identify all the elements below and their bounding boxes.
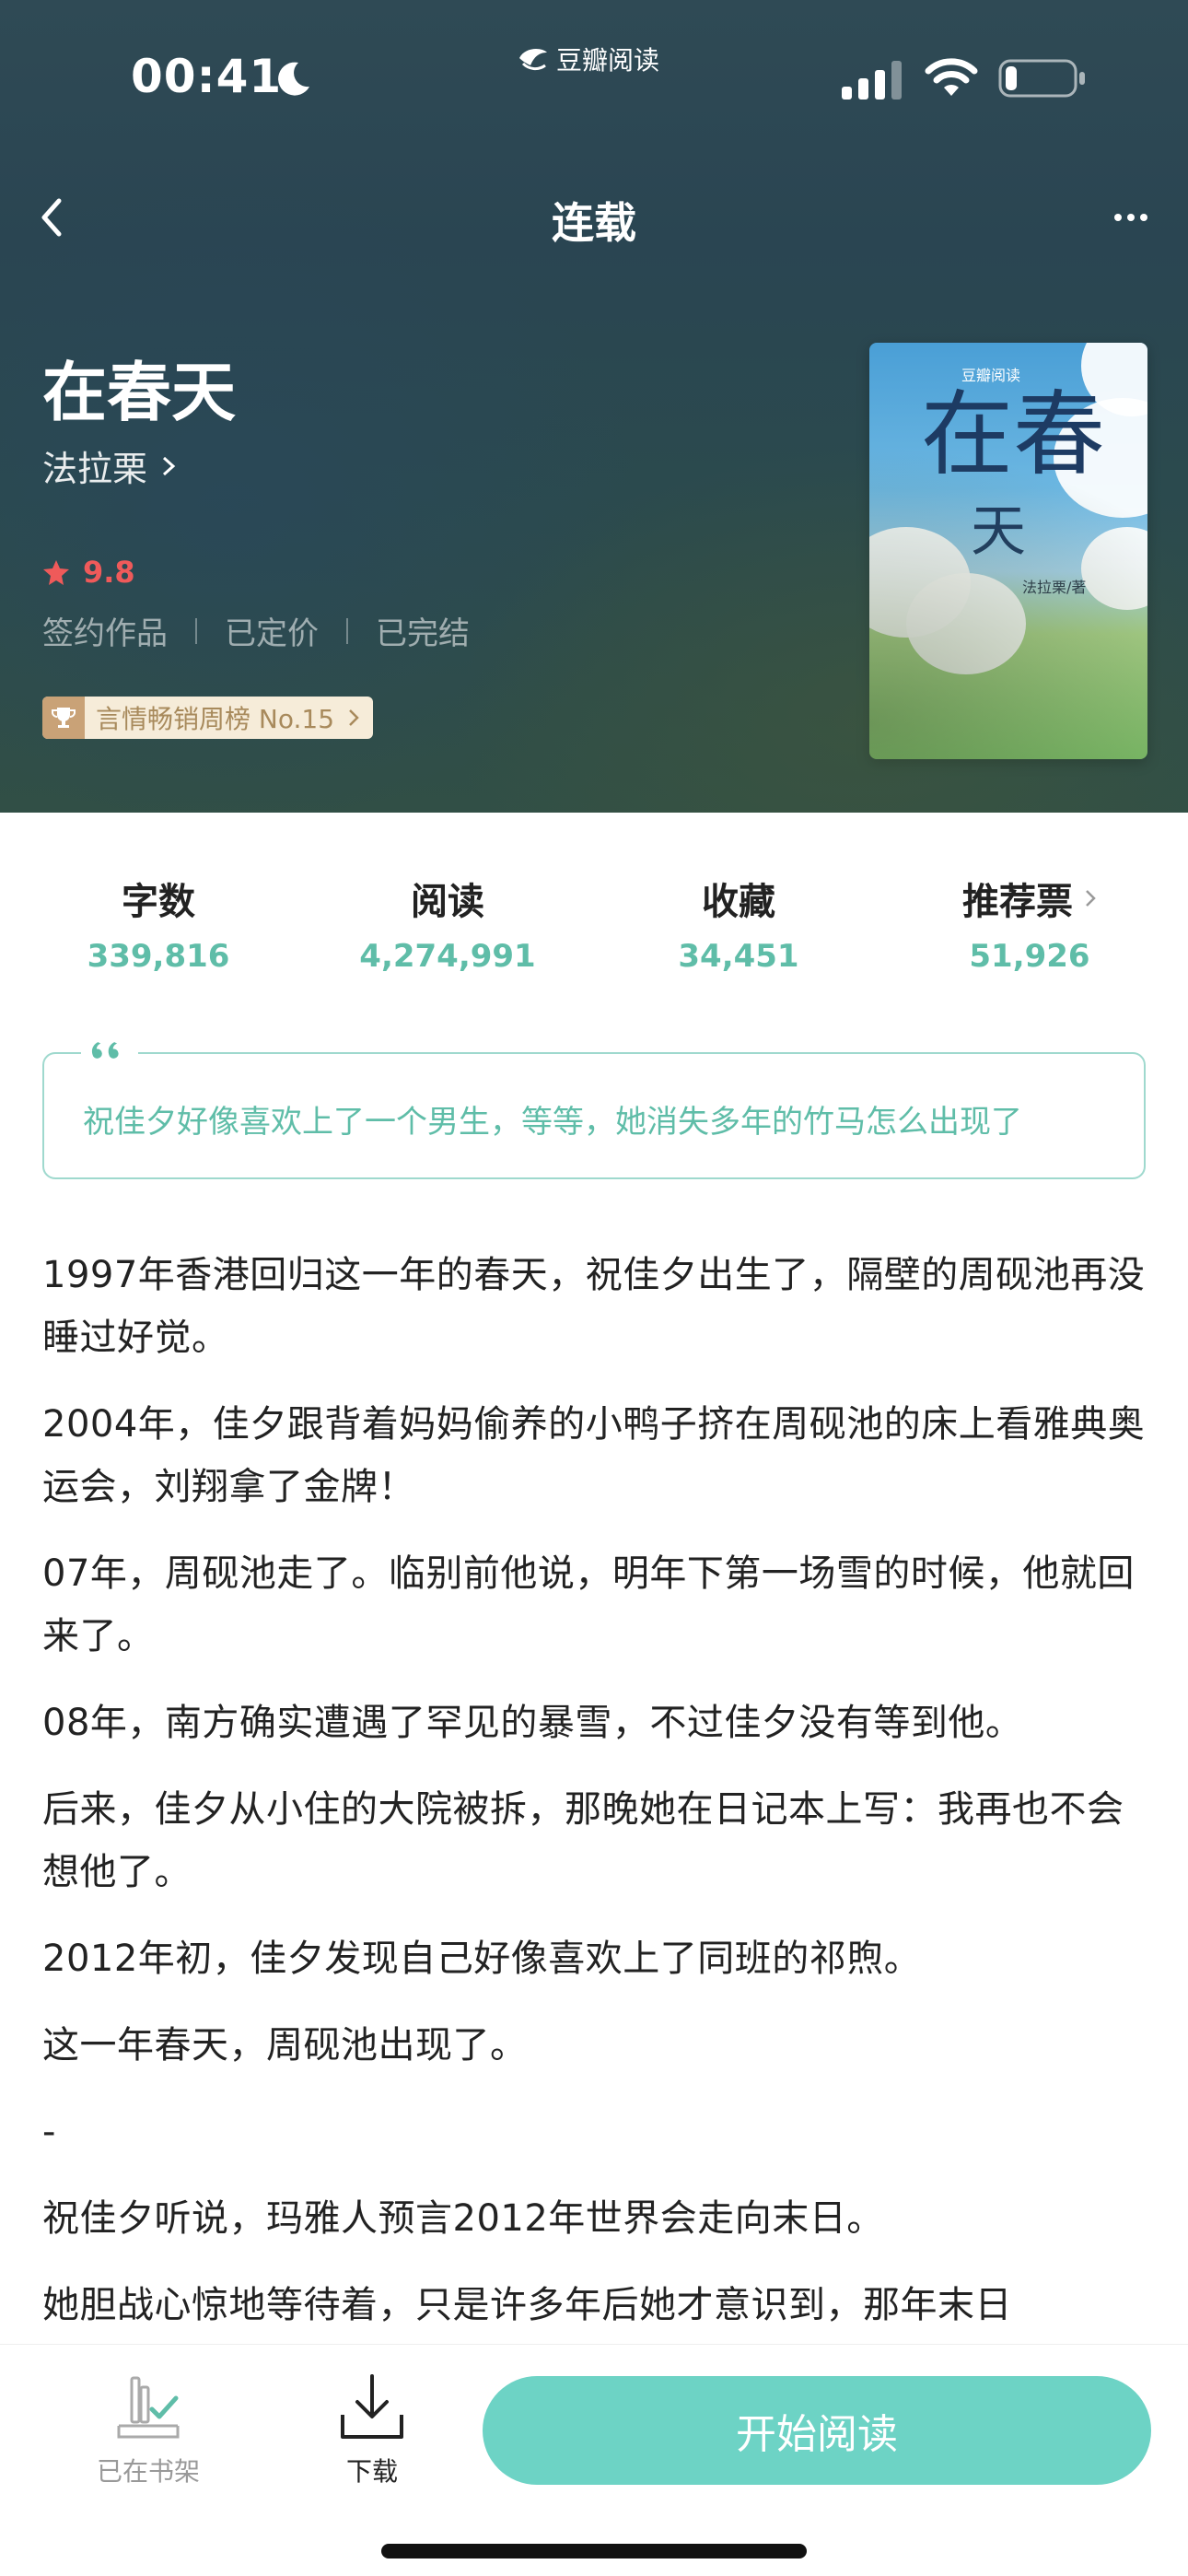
stat-recommend-votes[interactable]: 推荐票 51,926	[891, 872, 1168, 975]
cover-cloud	[906, 573, 1026, 674]
tag-completed: 已完结	[376, 615, 470, 652]
cover-cloud	[1081, 527, 1147, 610]
stat-label: 收藏	[702, 881, 775, 923]
tag-signed: 签约作品	[42, 615, 168, 652]
bottom-action-bar: 已在书架 下载 开始阅读	[0, 2344, 1188, 2576]
stat-value: 34,451	[678, 938, 799, 975]
summary-paragraph: -	[42, 2111, 56, 2153]
more-options-icon[interactable]	[1112, 208, 1149, 227]
summary-paragraph: 08年，南方确实遭遇了罕见的暴雪，不过佳夕没有等到他。	[42, 1702, 1023, 1744]
stat-label: 推荐票	[962, 872, 1097, 925]
summary-paragraph: 2004年，佳夕跟背着妈妈偷养的小鸭子挤在周砚池的床上看雅典奥运会，刘翔拿了金牌…	[42, 1403, 1146, 1508]
book-stats: 字数 339,816 阅读 4,274,991 收藏 34,451 推荐票 51…	[0, 872, 1188, 975]
rank-badge[interactable]: 言情畅销周榜 No.15	[42, 697, 374, 739]
brand-text: 豆瓣阅读	[556, 45, 660, 76]
start-reading-button[interactable]: 开始阅读	[483, 2376, 1151, 2485]
summary-paragraph: 她胆战心惊地等待着，只是许多年后她才意识到，那年末日	[42, 2284, 1012, 2326]
book-header: 00:41 豆瓣阅读 连载 在春天 法拉栗 9.8 签约作品 已定价 已完结 言…	[0, 0, 1188, 813]
download-icon	[341, 2374, 403, 2439]
rating-score: 9.8	[83, 555, 135, 590]
trophy-icon	[42, 697, 85, 739]
download-label: 下载	[345, 2456, 398, 2487]
summary-paragraph: 07年，周砚池走了。临别前他说，明年下第一场雪的时候，他就回来了。	[42, 1552, 1135, 1657]
divider	[195, 617, 197, 644]
page-title: 连载	[552, 198, 636, 248]
stat-reads: 阅读 4,274,991	[309, 872, 586, 975]
summary-paragraph: 后来，佳夕从小住的大院被拆，那晚她在日记本上写：我再也不会想他了。	[42, 1788, 1124, 1893]
on-shelf-label: 已在书架	[96, 2456, 200, 2487]
chevron-right-icon	[349, 709, 359, 726]
stat-label: 阅读	[411, 881, 484, 923]
stat-label-text: 推荐票	[962, 881, 1073, 923]
cover-author: 法拉栗/著	[1022, 579, 1087, 596]
signal-icon	[842, 61, 902, 100]
divider	[346, 617, 348, 644]
stat-word-count: 字数 339,816	[20, 872, 297, 975]
on-shelf-button[interactable]: 已在书架	[88, 2372, 208, 2488]
home-indicator[interactable]	[381, 2544, 807, 2558]
quote-icon	[81, 1034, 138, 1067]
download-button[interactable]: 下载	[317, 2372, 427, 2488]
chevron-right-icon	[1086, 890, 1096, 907]
book-tags: 签约作品 已定价 已完结	[42, 608, 470, 653]
cover-title-sub: 天	[971, 499, 1026, 564]
stat-value: 4,274,991	[359, 938, 536, 975]
status-brand: 豆瓣阅读	[518, 41, 659, 77]
summary-paragraph: 这一年春天，周砚池出现了。	[42, 2024, 528, 2067]
douban-leaf-icon	[519, 49, 547, 71]
status-time: 00:41	[131, 50, 283, 103]
book-cover[interactable]: 豆瓣阅读 在春 天 法拉栗/著	[869, 343, 1147, 759]
cover-title: 在春	[921, 381, 1105, 488]
battery-icon	[998, 59, 1085, 98]
author-link[interactable]: 法拉栗	[42, 440, 177, 491]
summary-paragraph: 祝佳夕听说，玛雅人预言2012年世界会走向末日。	[42, 2197, 884, 2240]
stat-favorites: 收藏 34,451	[600, 872, 877, 975]
tag-priced: 已定价	[225, 615, 319, 652]
rating: 9.8	[42, 555, 135, 590]
cover-cloud	[869, 527, 971, 638]
rank-text: 言情畅销周榜 No.15	[96, 704, 335, 734]
stat-value: 51,926	[969, 938, 1090, 975]
chevron-right-icon	[163, 456, 176, 475]
summary-paragraph: 2012年初，佳夕发现自己好像喜欢上了同班的祁煦。	[42, 1938, 922, 1980]
wifi-icon	[925, 58, 978, 96]
bookshelf-check-icon	[117, 2376, 180, 2439]
moon-icon	[278, 62, 309, 96]
tagline-text: 祝佳夕好像喜欢上了一个男生，等等，她消失多年的竹马怎么出现了	[83, 1104, 1022, 1141]
summary-paragraph: 1997年香港回归这一年的春天，祝佳夕出生了，隔壁的周砚池再没睡过好觉。	[42, 1254, 1146, 1359]
stat-value: 339,816	[87, 938, 230, 975]
book-title: 在春天	[42, 355, 236, 430]
star-icon	[43, 560, 69, 585]
stat-label: 字数	[122, 881, 195, 923]
book-summary: 1997年香港回归这一年的春天，祝佳夕出生了，隔壁的周砚池再没睡过好觉。 200…	[42, 1244, 1147, 2360]
author-name: 法拉栗	[42, 449, 148, 489]
